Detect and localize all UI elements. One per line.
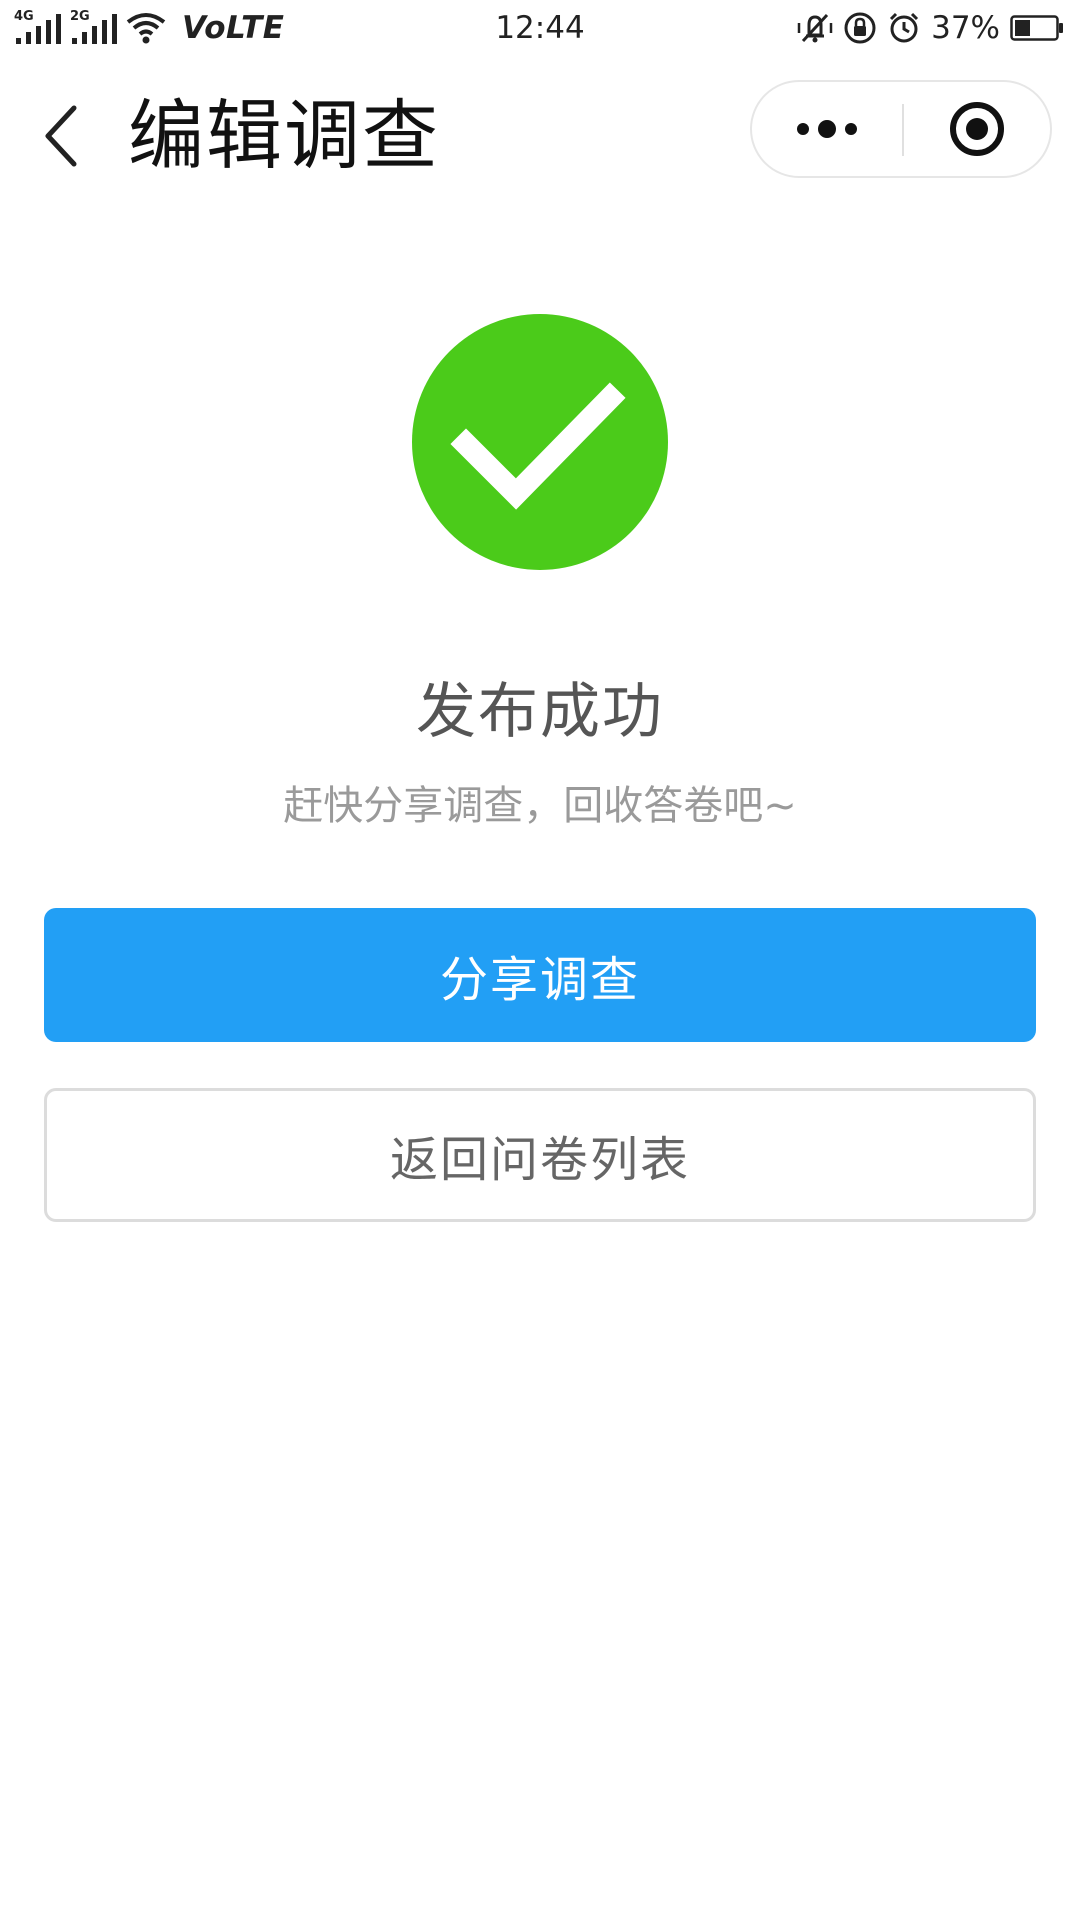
status-right: 37%: [797, 8, 1064, 48]
page-title: 编辑调查: [128, 91, 440, 180]
signal-group-2: 2G: [70, 10, 120, 46]
share-survey-button[interactable]: 分享调查: [44, 908, 1036, 1042]
success-check-icon: [412, 314, 668, 570]
alarm-icon: [890, 12, 919, 43]
back-to-list-button[interactable]: 返回问卷列表: [44, 1088, 1036, 1222]
more-dots-icon: [797, 120, 857, 138]
back-button[interactable]: [30, 96, 90, 176]
nav-bar: 编辑调查: [0, 56, 1080, 206]
signal-group-1: 4G: [14, 10, 64, 46]
signal-icon: [16, 14, 61, 44]
silent-vibrate-icon: [797, 13, 833, 43]
signal-icon: [72, 14, 117, 44]
wifi-icon: [126, 13, 166, 44]
result-title: 发布成功: [416, 677, 664, 747]
status-left: 4G 2G VoLTE: [14, 8, 284, 48]
status-bar: 4G 2G VoLTE 12:44 37%: [0, 0, 1080, 56]
chevron-left-icon: [45, 105, 77, 167]
capsule-menu-button[interactable]: [752, 82, 902, 176]
target-circle-icon: [950, 102, 1004, 156]
rotation-lock-icon: [844, 12, 876, 44]
mini-program-capsule: [750, 80, 1052, 178]
battery-fill: [1015, 20, 1030, 36]
success-circle: [412, 314, 668, 570]
battery-percent: 37%: [931, 10, 1000, 46]
capsule-close-button[interactable]: [904, 82, 1050, 176]
volte-label: VoLTE: [182, 10, 285, 46]
page: 4G 2G VoLTE 12:44 37% 编辑调查 发布成功 赶快分享调查，回…: [0, 0, 1080, 1920]
battery-icon: [1010, 15, 1063, 41]
result-subtitle: 赶快分享调查，回收答卷吧~: [283, 783, 797, 829]
